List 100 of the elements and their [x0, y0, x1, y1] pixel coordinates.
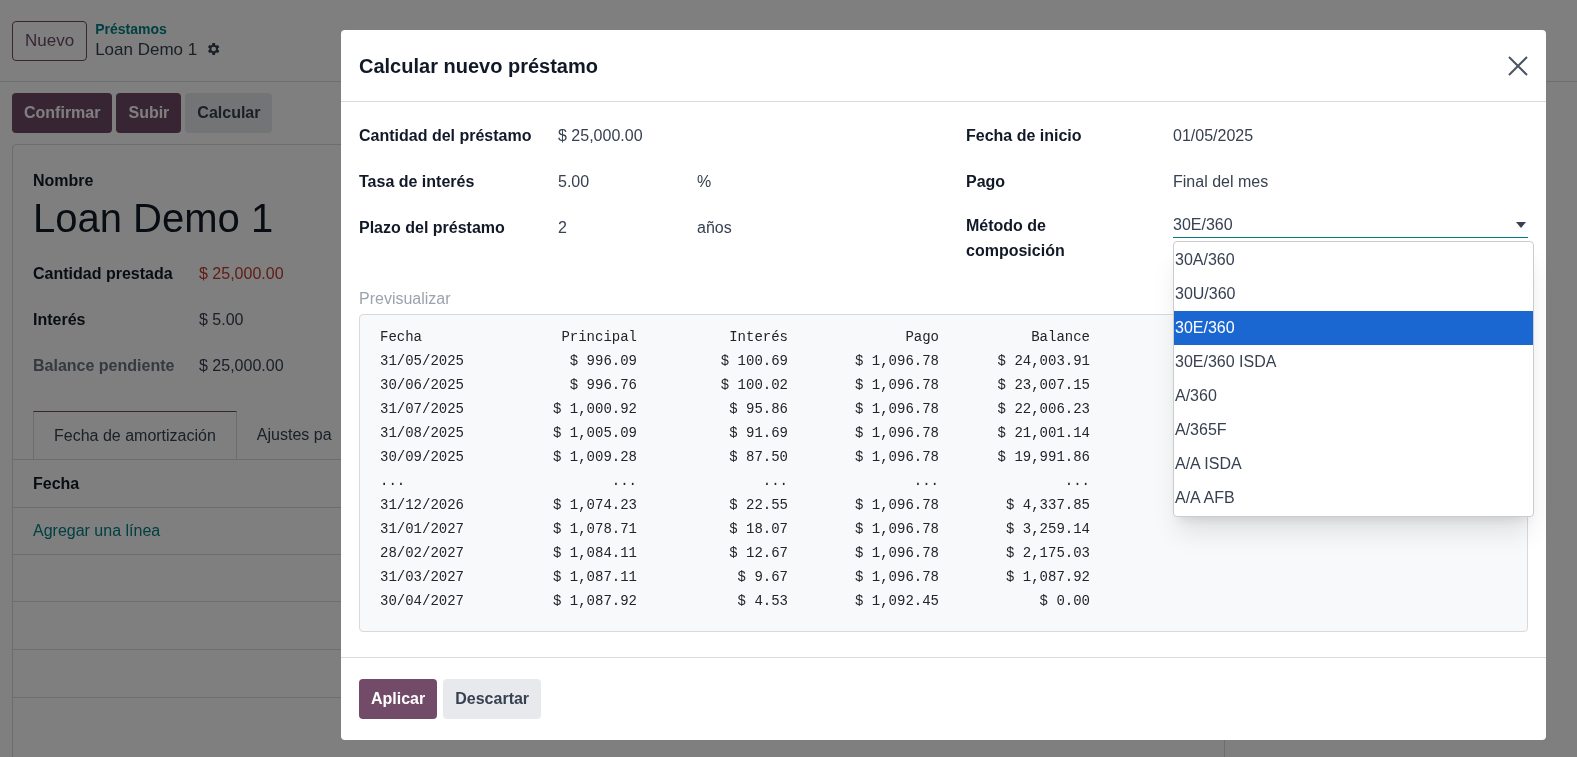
column-header: Pago: [904, 327, 939, 347]
dropdown-option[interactable]: 30E/360: [1174, 311, 1533, 345]
table-cell-text: $ 0.00: [1038, 591, 1090, 611]
field-value[interactable]: Final del mes: [1173, 170, 1269, 216]
table-cell-text: $ 4,337.85: [1005, 495, 1090, 515]
action-button[interactable]: Confirmar: [12, 93, 113, 133]
table-cell-text: $ 1,096.78: [854, 351, 939, 371]
field-value: $ 25,000.00: [199, 264, 284, 284]
table-cell-text: $ 1,074.23: [552, 495, 637, 515]
table-cell-text: $ 1,092.45: [854, 591, 939, 611]
tab[interactable]: Ajustes pa: [236, 411, 352, 459]
table-cell-text: $ 1,087.11: [552, 567, 637, 587]
field-value: $ 5.00: [199, 310, 244, 330]
table-cell-text: $ 1,096.78: [854, 399, 939, 419]
action-button[interactable]: Subir: [116, 93, 182, 133]
table-cell-text: $ 22,006.23: [996, 399, 1090, 419]
dropdown-option[interactable]: A/A ISDA: [1174, 447, 1533, 481]
table-cell-text: $ 1,078.71: [552, 519, 637, 539]
dropdown-option[interactable]: A/360: [1174, 379, 1533, 413]
table-cell-text: $ 1,084.11: [552, 543, 637, 563]
table-cell-text: $ 1,096.78: [854, 423, 939, 443]
settings-icon[interactable]: [205, 41, 222, 58]
table-cell-text: $ 1,087.92: [1005, 567, 1090, 587]
field-value[interactable]: $ 25,000.00: [558, 124, 697, 170]
action-button[interactable]: Calcular: [185, 93, 273, 133]
table-cell-text: $ 2,175.03: [1005, 543, 1090, 563]
field-value[interactable]: 5.00: [558, 170, 697, 216]
select-field[interactable]: 30E/360: [1173, 213, 1528, 238]
close-icon[interactable]: [1508, 55, 1528, 76]
table-cell-text: $ 1,096.78: [854, 375, 939, 395]
table-cell-text: $ 1,096.78: [854, 447, 939, 467]
unit-label: años: [697, 218, 732, 238]
unit-label: %: [697, 172, 712, 192]
table-cell-text: $ 3,259.14: [1005, 519, 1090, 539]
caret-icon: [1516, 222, 1526, 228]
field-label: Cantidad prestada: [33, 264, 174, 284]
dialog-button[interactable]: Aplicar: [359, 679, 438, 719]
table-cell-text: $ 21,001.14: [996, 423, 1090, 443]
table-cell-text: $ 100.02: [719, 375, 788, 395]
table-cell-text: 31/07/2025: [380, 399, 465, 419]
table-cell-text: $ 1,096.78: [854, 567, 939, 587]
table-cell-text: 31/03/2027: [380, 567, 465, 587]
table-cell-text: $ 1,009.28: [552, 447, 637, 467]
dropdown-option[interactable]: A/A AFB: [1174, 481, 1533, 515]
table-cell-text: $ 22.55: [728, 495, 788, 515]
field-value: $ 25,000.00: [199, 356, 284, 376]
dropdown-option[interactable]: 30U/360: [1174, 277, 1533, 311]
field-label: Método de composición: [966, 216, 1066, 261]
dropdown-option[interactable]: 30E/360 ISDA: [1174, 345, 1533, 379]
column-header: Principal: [560, 327, 637, 347]
dialog-button[interactable]: Descartar: [443, 679, 542, 719]
table-cell-text: ...: [380, 471, 407, 491]
record-title: Loan Demo 1: [95, 38, 198, 60]
table-cell-text: $ 12.67: [728, 543, 788, 563]
table-cell-text: $ 23,007.15: [996, 375, 1090, 395]
field-label: Interés: [33, 310, 87, 330]
field-label: Tasa de interés: [359, 172, 476, 192]
field-label: Plazo del préstamo: [359, 218, 506, 238]
table-cell-text: $ 87.50: [728, 447, 788, 467]
table-cell-text: ...: [610, 471, 637, 491]
table-cell-text: $ 1,000.92: [552, 399, 637, 419]
table-cell-text: $ 24,003.91: [996, 351, 1090, 371]
tab[interactable]: Fecha de amortización: [33, 411, 237, 459]
column-header: Fecha: [33, 473, 80, 494]
column-header: Fecha: [380, 327, 423, 347]
field-label: Fecha de inicio: [966, 126, 1083, 146]
field-value[interactable]: 2: [558, 216, 697, 262]
field-label: Nombre: [33, 171, 94, 191]
table-cell-text: 30/09/2025: [380, 447, 465, 467]
table-cell-text: 31/05/2025: [380, 351, 465, 371]
section-label: Previsualizar: [359, 289, 451, 309]
table-cell-text: $ 1,087.92: [552, 591, 637, 611]
table-cell-text: 31/08/2025: [380, 423, 465, 443]
table-cell-text: $ 9.67: [736, 567, 788, 587]
dialog-title: Calcular nuevo préstamo: [359, 53, 598, 79]
table-cell-text: $ 1,096.78: [854, 519, 939, 539]
table-cell-text: ...: [761, 471, 788, 491]
table-cell-text: $ 95.86: [728, 399, 788, 419]
table-cell-text: $ 19,991.86: [996, 447, 1090, 467]
field-label: Balance pendiente: [33, 356, 176, 376]
table-cell-text: $ 100.69: [719, 351, 788, 371]
field-value[interactable]: 01/05/2025: [1173, 124, 1254, 170]
dropdown-option[interactable]: 30A/360: [1174, 243, 1533, 277]
table-cell-text: $ 1,096.78: [854, 543, 939, 563]
table-cell-text: 28/02/2027: [380, 543, 465, 563]
table-cell-text: $ 996.09: [568, 351, 637, 371]
table-cell-text: ...: [1063, 471, 1090, 491]
new-button[interactable]: Nuevo: [12, 20, 88, 61]
table-cell-text: $ 1,096.78: [854, 495, 939, 515]
record-name: Loan Demo 1: [33, 195, 274, 242]
table-cell-text: $ 91.69: [728, 423, 788, 443]
table-cell-text: ...: [912, 471, 939, 491]
table-cell-text: 30/04/2027: [380, 591, 465, 611]
dropdown-option[interactable]: A/365F: [1174, 413, 1533, 447]
table-cell-text: $ 1,005.09: [552, 423, 637, 443]
table-cell-text: 30/06/2025: [380, 375, 465, 395]
table-cell-text: 31/12/2026: [380, 495, 465, 515]
table-cell-text: $ 18.07: [728, 519, 788, 539]
table-cell-text: $ 4.53: [736, 591, 788, 611]
field-label: Pago: [966, 172, 1007, 192]
